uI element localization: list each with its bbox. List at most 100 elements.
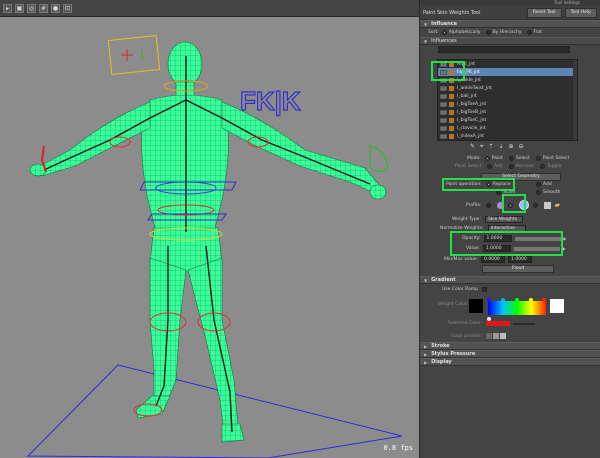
lock-icon[interactable]: ⌂ [440, 117, 447, 123]
folder-icon[interactable]: ▰ [555, 201, 560, 209]
use-color-ramp-label: Use Color Ramp [442, 287, 479, 292]
list-item[interactable]: ⌂ l_indexA_jnt [438, 132, 577, 140]
grid-icon[interactable]: # [39, 3, 48, 13]
list-item[interactable]: ⌂ l_bigToeC_jnt [438, 116, 577, 124]
sort-radio-hierarchy[interactable] [485, 30, 491, 35]
profile-label: Profile: [466, 202, 482, 208]
remove-icon[interactable]: ⊖ [519, 143, 524, 151]
lock-icon[interactable]: ⌂ [440, 85, 447, 91]
paint-op-smooth-radio[interactable] [536, 190, 541, 195]
section-stroke[interactable]: ▶ Stroke [420, 342, 600, 350]
influence-name: l_clavicle_jnt [457, 125, 486, 131]
list-item[interactable]: ⌂ l_ankleTwist_jnt [438, 84, 577, 92]
joint-color-swatch [449, 101, 454, 107]
ramp-white-swatch[interactable] [550, 299, 564, 313]
influence-name: l_indexA_jnt [457, 133, 485, 139]
shading-icon[interactable]: ● [51, 3, 60, 13]
camera-icon[interactable]: ▣ [15, 3, 24, 13]
select-joint-icon[interactable]: ⌖ [480, 143, 483, 151]
joint-color-swatch [449, 93, 454, 99]
tool-help-button[interactable]: Tool Help [564, 7, 597, 18]
add-icon[interactable]: ⊕ [508, 143, 513, 151]
section-label: Gradient [431, 277, 456, 283]
collapse-arrow-icon: ▼ [424, 277, 428, 283]
opacity-slider-handle-icon[interactable]: ◉ [563, 236, 567, 241]
preset-swatch[interactable] [486, 333, 493, 339]
selected-color-slider[interactable] [513, 322, 536, 325]
joint-color-swatch [449, 109, 454, 115]
list-scrollbar[interactable] [573, 60, 577, 140]
sort-radio-alpha[interactable] [441, 30, 447, 35]
paint-select-remove-radio[interactable] [508, 164, 514, 169]
section-gradient[interactable]: ▼ Gradient [420, 276, 600, 284]
influence-name: l_bigToeC_jnt [457, 117, 487, 123]
paint-select-row: Paint Select: Add Remove Toggle [455, 164, 561, 169]
mode-option-label: Select [515, 156, 530, 161]
list-item[interactable]: ⌂ l_clavicle_jnt [438, 124, 577, 132]
paint-select-option: Add [493, 164, 503, 169]
list-item[interactable]: ⌂ l_ball_jnt [438, 92, 577, 100]
bookmark-icon[interactable]: ◎ [27, 3, 36, 13]
sort-up-icon[interactable]: ⇡ [488, 143, 493, 151]
paint-select-option: Remove [515, 164, 534, 169]
weight-color-ramp[interactable] [486, 296, 548, 322]
use-color-ramp-checkbox[interactable] [482, 287, 488, 292]
isolate-icon[interactable]: ⊡ [63, 3, 72, 13]
paint-op-smooth-group: Smooth [536, 190, 560, 195]
min-value-input[interactable]: 0.0000 [481, 256, 506, 263]
minmax-label: Min/Max value: [444, 257, 479, 262]
sort-down-icon[interactable]: ⇣ [498, 143, 503, 151]
section-display[interactable]: ▶ Display [420, 358, 600, 366]
profile-gaussian-radio[interactable] [485, 202, 491, 208]
highlight-influence-box [431, 61, 465, 81]
paint-op-add-radio[interactable] [536, 182, 541, 187]
paint-op-add-group: Add [536, 182, 552, 187]
profile-solid-radio[interactable] [532, 202, 538, 208]
ramp-black-swatch[interactable] [469, 299, 483, 313]
section-influence[interactable]: ▼ Influence [420, 20, 600, 28]
mode-radio-paint-select[interactable] [535, 156, 541, 161]
section-label: Stroke [431, 343, 450, 349]
sort-radio-flat[interactable] [526, 30, 532, 35]
sort-option-label: By Hierarchy [492, 30, 522, 35]
lock-icon[interactable]: ⌂ [440, 109, 447, 115]
section-stylus-pressure[interactable]: ▶ Stylus Pressure [420, 350, 600, 358]
flood-button[interactable]: Flood [482, 265, 554, 273]
character-mesh-scene[interactable]: FK|K [0, 17, 419, 458]
highlight-profile [502, 194, 526, 213]
paint-select-add-radio[interactable] [486, 164, 492, 169]
section-label: Stylus Pressure [431, 351, 476, 357]
mode-option-label: Paint [491, 156, 503, 161]
preset-swatch[interactable] [500, 333, 507, 339]
list-item[interactable]: ⌂ l_bigToeA_jnt [438, 100, 577, 108]
weight-type-select[interactable]: Skin Weights [484, 216, 523, 223]
joint-color-swatch [449, 85, 454, 91]
lock-icon[interactable]: ⌂ [440, 101, 447, 107]
influence-filter-row [420, 45, 600, 54]
weight-type-label: Weight Type: [452, 217, 481, 222]
influence-filter-input[interactable] [438, 46, 570, 53]
mode-radio-select[interactable] [508, 156, 514, 161]
influence-icon-row: ✎ ⌖ ⇡ ⇣ ⊕ ⊖ [470, 143, 524, 151]
tool-header: Paint Skin Weights Tool Reset Tool Tool … [420, 6, 600, 20]
selected-color-swatch[interactable] [486, 321, 511, 326]
weight-color-label-row: Weight Color: [438, 302, 468, 307]
max-value-input[interactable]: 1.0000 [508, 256, 533, 263]
square-brush-icon[interactable] [543, 201, 551, 209]
select-tool-icon[interactable]: ▸ [3, 3, 12, 13]
paint-brush-icon[interactable]: ✎ [470, 143, 475, 151]
color-presets-label: Color presets: [451, 333, 483, 339]
paint-select-option: Toggle [546, 164, 562, 169]
preset-swatch[interactable] [493, 333, 500, 339]
lock-icon[interactable]: ⌂ [440, 125, 447, 131]
tool-name: Paint Skin Weights Tool [423, 9, 481, 16]
paint-select-toggle-radio[interactable] [539, 164, 545, 169]
viewport-3d[interactable]: ▸ ▣ ◎ # ● ⊡ FK|K 0.8 fps [0, 0, 419, 458]
use-color-ramp-row: Use Color Ramp [442, 287, 488, 292]
reset-tool-button[interactable]: Reset Tool [526, 7, 562, 18]
lock-icon[interactable]: ⌂ [440, 93, 447, 99]
influence-name: l_ball_jnt [457, 93, 477, 99]
mode-radio-paint[interactable] [484, 156, 490, 161]
lock-icon[interactable]: ⌂ [440, 133, 447, 139]
list-item[interactable]: ⌂ l_bigToeB_jnt [438, 108, 577, 116]
